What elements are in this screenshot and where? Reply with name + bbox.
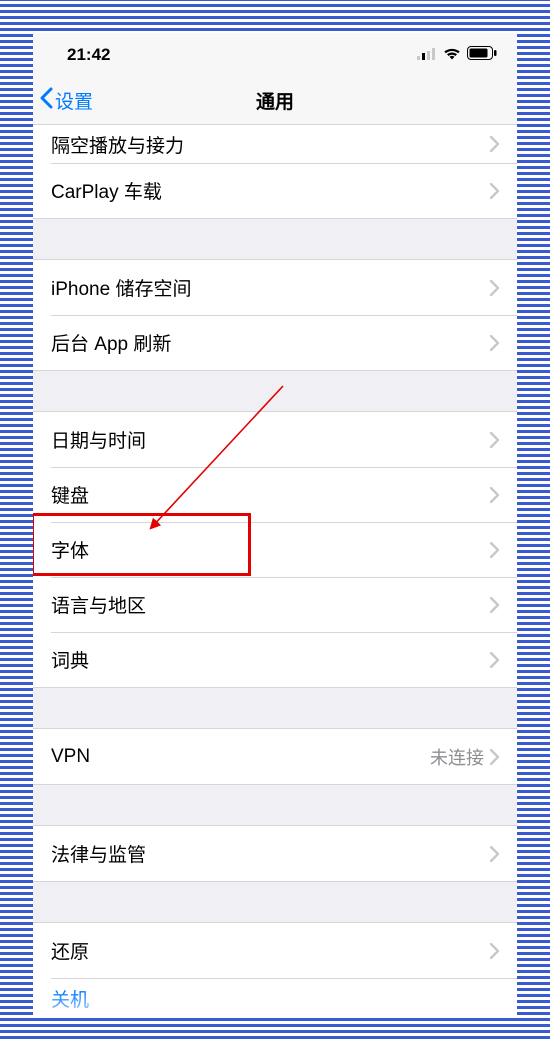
group-reset: 还原 关机 (33, 922, 517, 1017)
row-label: 法律与监管 (51, 840, 146, 867)
back-button[interactable]: 设置 (33, 87, 93, 115)
battery-icon (467, 45, 497, 65)
status-bar: 21:42 (33, 33, 517, 77)
chevron-right-icon (490, 749, 499, 765)
row-fonts[interactable]: 字体 (33, 522, 517, 577)
wifi-icon (443, 45, 461, 65)
page-title: 通用 (33, 87, 517, 114)
row-shutdown[interactable]: 关机 (33, 978, 517, 1017)
chevron-right-icon (490, 846, 499, 862)
status-right (417, 45, 497, 65)
group-locale: 日期与时间 键盘 字体 语言与地区 词典 (33, 411, 517, 688)
group-spacer (33, 785, 517, 825)
cellular-icon (417, 45, 437, 65)
chevron-right-icon (490, 542, 499, 558)
row-label: 词典 (51, 646, 89, 673)
settings-list[interactable]: 隔空播放与接力 CarPlay 车载 iPhone 储存空间 后台 App 刷新… (33, 125, 517, 1017)
chevron-right-icon (490, 652, 499, 668)
row-date-time[interactable]: 日期与时间 (33, 412, 517, 467)
chevron-right-icon (490, 136, 499, 152)
group-spacer (33, 371, 517, 411)
group-legal: 法律与监管 (33, 825, 517, 882)
chevron-right-icon (490, 487, 499, 503)
row-language-region[interactable]: 语言与地区 (33, 577, 517, 632)
status-time: 21:42 (67, 45, 110, 65)
chevron-right-icon (490, 335, 499, 351)
row-label: 关机 (51, 985, 89, 1012)
chevron-right-icon (490, 432, 499, 448)
row-reset[interactable]: 还原 (33, 923, 517, 978)
nav-bar: 设置 通用 (33, 77, 517, 125)
row-label: 后台 App 刷新 (51, 329, 171, 356)
chevron-right-icon (490, 183, 499, 199)
row-airplay-handoff[interactable]: 隔空播放与接力 (33, 125, 517, 163)
row-detail: 未连接 (430, 744, 484, 770)
chevron-right-icon (490, 943, 499, 959)
row-label: 日期与时间 (51, 426, 146, 453)
row-label: 字体 (51, 536, 89, 563)
row-iphone-storage[interactable]: iPhone 储存空间 (33, 260, 517, 315)
chevron-left-icon (39, 87, 53, 115)
row-carplay[interactable]: CarPlay 车载 (33, 163, 517, 218)
row-label: 隔空播放与接力 (51, 131, 184, 158)
chevron-right-icon (490, 280, 499, 296)
group-spacer (33, 882, 517, 922)
row-vpn[interactable]: VPN 未连接 (33, 729, 517, 784)
row-background-app-refresh[interactable]: 后台 App 刷新 (33, 315, 517, 370)
group-vpn: VPN 未连接 (33, 728, 517, 785)
chevron-right-icon (490, 597, 499, 613)
row-dictionary[interactable]: 词典 (33, 632, 517, 687)
row-label: 键盘 (51, 481, 89, 508)
row-label: 语言与地区 (51, 591, 146, 618)
row-keyboard[interactable]: 键盘 (33, 467, 517, 522)
row-legal-regulatory[interactable]: 法律与监管 (33, 826, 517, 881)
group-storage: iPhone 储存空间 后台 App 刷新 (33, 259, 517, 371)
group-playback: 隔空播放与接力 CarPlay 车载 (33, 125, 517, 219)
row-label: 还原 (51, 937, 89, 964)
row-label: VPN (51, 746, 90, 768)
phone-frame: 21:42 (33, 33, 517, 1017)
group-spacer (33, 219, 517, 259)
back-label: 设置 (55, 87, 93, 114)
row-label: iPhone 储存空间 (51, 274, 191, 301)
row-label: CarPlay 车载 (51, 177, 162, 204)
group-spacer (33, 688, 517, 728)
